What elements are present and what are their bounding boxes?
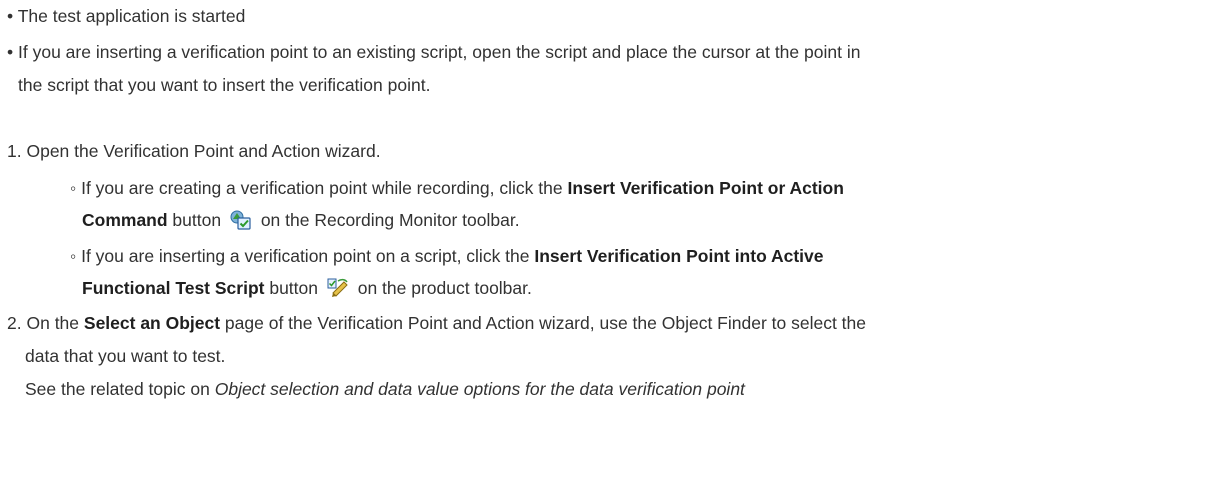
substep-text: button bbox=[167, 210, 226, 230]
substep-1b-cont: Functional Test Script button on the pro… bbox=[82, 276, 532, 304]
prereq-item-2: • If you are inserting a verification po… bbox=[7, 40, 860, 64]
substep-text: If you are inserting a verification poin… bbox=[81, 246, 535, 266]
step-number: 1. bbox=[7, 141, 22, 161]
document-body: • The test application is started • If y… bbox=[0, 0, 1207, 489]
prereq-text: If you are inserting a verification poin… bbox=[18, 42, 861, 62]
sub-bullet: ◦ bbox=[70, 178, 77, 198]
insert-vp-action-icon bbox=[230, 210, 252, 236]
substep-text: on the product toolbar. bbox=[352, 278, 532, 298]
prereq-text: the script that you want to insert the v… bbox=[18, 75, 431, 95]
step-text: page of the Verification Point and Actio… bbox=[220, 313, 866, 333]
prereq-item-2-cont: the script that you want to insert the v… bbox=[18, 73, 430, 97]
bullet: • bbox=[7, 6, 14, 26]
substep-text: If you are creating a verification point… bbox=[81, 178, 568, 198]
step-2: 2. On the Select an Object page of the V… bbox=[7, 311, 866, 335]
prereq-text: The test application is started bbox=[17, 6, 246, 26]
step-1: 1. Open the Verification Point and Actio… bbox=[7, 139, 381, 163]
step-text: Open the Verification Point and Action w… bbox=[26, 141, 381, 161]
substep-1a-cont: Command button on the Recording Monitor … bbox=[82, 208, 520, 236]
substep-1b: ◦ If you are inserting a verification po… bbox=[70, 244, 824, 268]
substep-1a: ◦ If you are creating a verification poi… bbox=[70, 176, 844, 200]
see-also-text: See the related topic on bbox=[25, 379, 215, 399]
command-name: Insert Verification Point into Active bbox=[534, 246, 824, 266]
step-text: On the bbox=[26, 313, 84, 333]
sub-bullet: ◦ bbox=[70, 246, 77, 266]
page-name: Select an Object bbox=[83, 313, 221, 333]
step-number: 2. bbox=[7, 313, 22, 333]
command-name: Insert Verification Point or Action bbox=[567, 178, 844, 198]
substep-text: button bbox=[264, 278, 323, 298]
step-text: data that you want to test. bbox=[25, 346, 226, 366]
insert-vp-script-icon bbox=[327, 278, 349, 304]
step-2-see-also: See the related topic on Object selectio… bbox=[25, 377, 745, 401]
step-2-cont: data that you want to test. bbox=[25, 344, 225, 368]
command-name: Command bbox=[82, 210, 168, 230]
substep-text: on the Recording Monitor toolbar. bbox=[255, 210, 520, 230]
related-topic-title: Object selection and data value options … bbox=[214, 379, 745, 399]
command-name: Functional Test Script bbox=[82, 278, 265, 298]
prereq-item-1: • The test application is started bbox=[7, 4, 245, 28]
bullet: • bbox=[7, 42, 14, 62]
